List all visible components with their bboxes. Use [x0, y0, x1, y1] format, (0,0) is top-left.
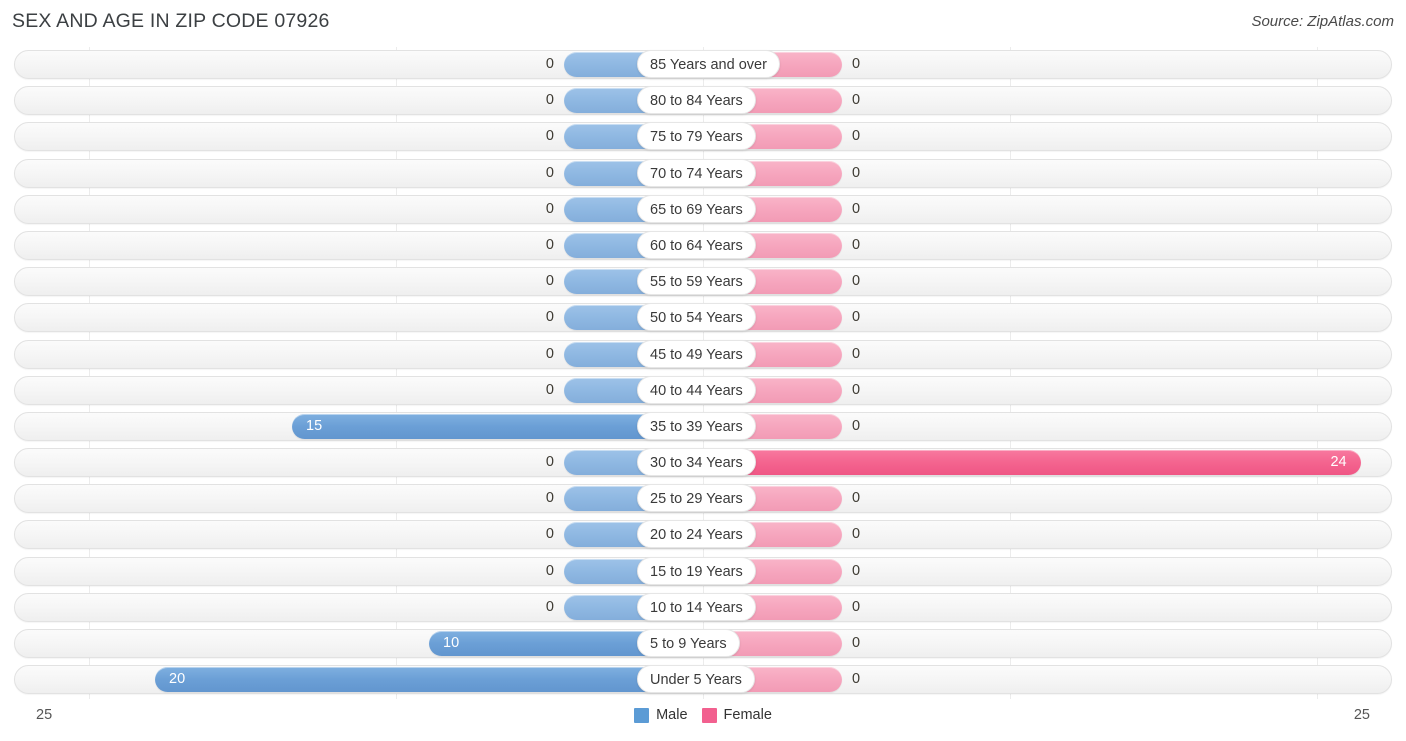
- bar-value-male: 0: [545, 128, 554, 145]
- bar-value-male: 0: [545, 381, 554, 398]
- chart-row: 0 0 60 to 64 Years: [0, 228, 1406, 264]
- chart-row: 15 0 35 to 39 Years: [0, 409, 1406, 445]
- age-group-label: 70 to 74 Years: [637, 158, 756, 187]
- age-group-label: 40 to 44 Years: [637, 375, 756, 404]
- bar-value-male: 0: [545, 92, 554, 109]
- chart-row: 0 0 15 to 19 Years: [0, 554, 1406, 590]
- chart-legend: Male Female: [0, 707, 1406, 723]
- bar-value-male: 20: [169, 671, 186, 688]
- chart-row: 0 0 50 to 54 Years: [0, 300, 1406, 336]
- chart-footer: 25 25 Male Female: [0, 699, 1406, 741]
- bar-female[interactable]: [703, 450, 1361, 476]
- bar-value-male: 0: [545, 236, 554, 253]
- bar-value-female: 0: [852, 309, 861, 326]
- legend-item-female[interactable]: Female: [701, 707, 772, 723]
- age-group-label: 5 to 9 Years: [637, 629, 740, 657]
- bar-value-female: 0: [852, 381, 861, 398]
- bar-value-male: 0: [545, 562, 554, 579]
- bar-value-male: 0: [545, 200, 554, 217]
- chart-row: 0 0 55 to 59 Years: [0, 264, 1406, 300]
- chart-row: 0 0 25 to 29 Years: [0, 481, 1406, 517]
- bar-value-male: 0: [545, 309, 554, 326]
- bar-value-female: 24: [1330, 454, 1347, 471]
- bar-value-male: 0: [545, 56, 554, 72]
- chart-row: 0 0 75 to 79 Years: [0, 119, 1406, 155]
- chart-rows: 0 0 85 Years and over 0 0 80 to 84 Years 0 0 75 …: [0, 47, 1406, 698]
- legend-label-female: Female: [723, 707, 772, 723]
- legend-swatch-female-icon: [701, 707, 717, 723]
- age-group-label: 15 to 19 Years: [637, 556, 756, 585]
- age-group-label: 35 to 39 Years: [637, 411, 756, 440]
- age-group-label: 30 to 34 Years: [637, 448, 756, 477]
- bar-male[interactable]: [155, 667, 703, 693]
- bar-value-female: 0: [852, 200, 861, 217]
- bar-value-male: 0: [545, 164, 554, 181]
- bar-value-female: 0: [852, 236, 861, 253]
- age-group-label: 20 to 24 Years: [637, 520, 756, 549]
- age-group-label: 50 to 54 Years: [637, 303, 756, 332]
- bar-value-male: 0: [545, 598, 554, 615]
- bar-value-female: 0: [852, 417, 861, 434]
- bar-value-female: 0: [852, 526, 861, 543]
- chart-row: 0 0 80 to 84 Years: [0, 83, 1406, 119]
- age-group-label: 60 to 64 Years: [637, 230, 756, 259]
- chart-header: SEX AND AGE IN ZIP CODE 07926 Source: Zi…: [0, 0, 1406, 47]
- chart-row: 0 0 45 to 49 Years: [0, 337, 1406, 373]
- age-group-label: 75 to 79 Years: [637, 122, 756, 151]
- bar-value-female: 0: [852, 92, 861, 109]
- bar-value-male: 10: [443, 635, 460, 651]
- chart-row: 0 0 10 to 14 Years: [0, 590, 1406, 626]
- age-group-label: Under 5 Years: [637, 665, 755, 694]
- bar-value-male: 0: [545, 345, 554, 362]
- age-group-label: 85 Years and over: [637, 50, 780, 78]
- bar-value-female: 0: [852, 598, 861, 615]
- bar-value-female: 0: [852, 562, 861, 579]
- chart-row: 20 0 Under 5 Years: [0, 662, 1406, 698]
- bar-value-female: 0: [852, 273, 861, 290]
- legend-label-male: Male: [656, 707, 688, 723]
- bar-value-male: 0: [545, 273, 554, 290]
- chart-plot-area: 0 0 85 Years and over 0 0 80 to 84 Years 0 0 75 …: [0, 47, 1406, 699]
- bar-value-female: 0: [852, 164, 861, 181]
- bar-value-male: 15: [306, 417, 323, 434]
- bar-value-female: 0: [852, 490, 861, 507]
- age-group-label: 55 to 59 Years: [637, 267, 756, 296]
- legend-swatch-male-icon: [634, 707, 650, 723]
- age-group-label: 25 to 29 Years: [637, 484, 756, 513]
- age-group-label: 45 to 49 Years: [637, 339, 756, 368]
- bar-value-female: 0: [852, 671, 861, 688]
- chart-row: 10 0 5 to 9 Years: [0, 626, 1406, 662]
- bar-value-male: 0: [545, 490, 554, 507]
- bar-value-female: 0: [852, 635, 861, 651]
- chart-row: 0 0 85 Years and over: [0, 47, 1406, 83]
- bar-value-male: 0: [545, 454, 554, 471]
- legend-item-male[interactable]: Male: [634, 707, 688, 723]
- age-group-label: 10 to 14 Years: [637, 592, 756, 621]
- bar-value-female: 0: [852, 345, 861, 362]
- chart-row: 0 24 30 to 34 Years: [0, 445, 1406, 481]
- chart-row: 0 0 65 to 69 Years: [0, 192, 1406, 228]
- page-title: SEX AND AGE IN ZIP CODE 07926: [12, 10, 330, 32]
- chart-row: 0 0 40 to 44 Years: [0, 373, 1406, 409]
- chart-row: 0 0 20 to 24 Years: [0, 517, 1406, 553]
- source-attribution: Source: ZipAtlas.com: [1251, 13, 1394, 30]
- age-group-label: 65 to 69 Years: [637, 194, 756, 223]
- bar-value-female: 0: [852, 56, 861, 72]
- bar-value-male: 0: [545, 526, 554, 543]
- bar-value-female: 0: [852, 128, 861, 145]
- chart-row: 0 0 70 to 74 Years: [0, 156, 1406, 192]
- age-group-label: 80 to 84 Years: [637, 86, 756, 115]
